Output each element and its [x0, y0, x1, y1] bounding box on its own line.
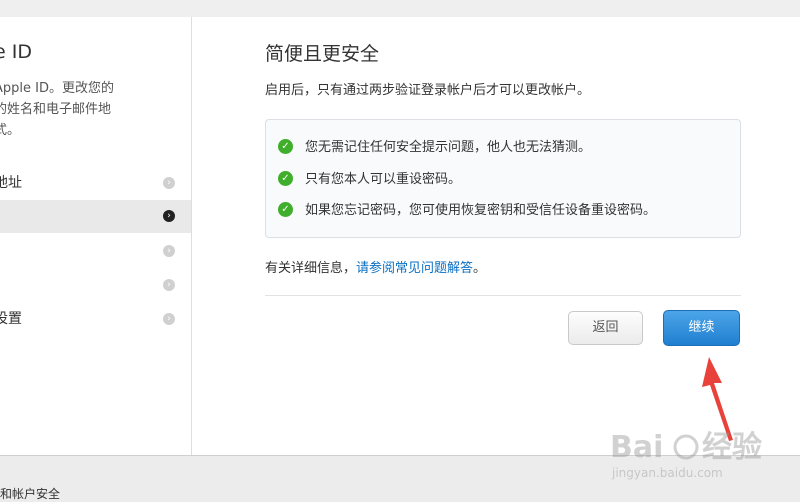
more-info: 有关详细信息，请参阅常见问题解答。 — [265, 257, 486, 276]
benefit-text: 如果您忘记密码，您可使用恢复密钥和受信任设备重设密码。 — [305, 203, 657, 218]
more-info-prefix: 有关详细信息， — [265, 261, 357, 276]
benefits-box: ✓ 您无需记住任何安全提示问题，他人也无法猜测。 ✓ 只有您本人可以重设密码。 ✓ 如… — [265, 119, 741, 238]
chevron-right-icon: › — [163, 245, 175, 257]
page-description: 启用后，只有通过两步验证登录帐户后才可以更改帐户。 — [265, 83, 591, 98]
baidu-watermark: Bai 经验 jingyan.baidu.com — [610, 425, 790, 489]
sidebar-item-security[interactable]: › — [0, 200, 191, 233]
main-panel: 简便且更安全 启用后，只有通过两步验证登录帐户后才可以更改帐户。 ✓ 您无需记住任… — [265, 17, 741, 455]
continue-button[interactable]: 继续 — [663, 310, 740, 346]
check-icon: ✓ — [278, 202, 293, 217]
svg-text:经验: 经验 — [702, 430, 762, 465]
sidebar: e ID Apple ID。更改您的 的姓名和电子邮件地 式。 地址 › › ›… — [0, 17, 192, 455]
sidebar-item-label: 设置 — [0, 311, 22, 327]
sidebar-item-label: 地址 — [0, 175, 22, 191]
chevron-right-icon: › — [163, 313, 175, 325]
chevron-right-icon: › — [163, 279, 175, 291]
sidebar-item-address[interactable]: 地址 › — [0, 167, 191, 200]
sidebar-description: Apple ID。更改您的 的姓名和电子邮件地 式。 — [0, 81, 114, 138]
sidebar-item-settings[interactable]: 设置 › — [0, 303, 191, 336]
check-icon: ✓ — [278, 171, 293, 186]
benefit-text: 只有您本人可以重设密码。 — [305, 172, 462, 187]
back-button[interactable]: 返回 — [568, 311, 643, 345]
divider — [265, 295, 741, 296]
benefit-text: 您无需记住任何安全提示问题，他人也无法猜测。 — [305, 140, 592, 155]
sidebar-title: e ID — [0, 41, 32, 63]
svg-text:jingyan.baidu.com: jingyan.baidu.com — [611, 466, 723, 480]
chevron-right-icon: › — [163, 177, 175, 189]
benefit-item: ✓ 如果您忘记密码，您可使用恢复密钥和受信任设备重设密码。 — [278, 202, 656, 220]
chevron-right-icon: › — [163, 210, 175, 222]
benefit-item: ✓ 您无需记住任何安全提示问题，他人也无法猜测。 — [278, 139, 591, 157]
top-bar — [0, 0, 800, 17]
faq-link[interactable]: 请参阅常见问题解答 — [356, 261, 473, 276]
footer-section-label: 和帐户安全 — [0, 487, 61, 501]
benefit-item: ✓ 只有您本人可以重设密码。 — [278, 171, 461, 189]
svg-text:Bai: Bai — [610, 430, 663, 465]
page-title: 简便且更安全 — [265, 43, 380, 65]
more-info-suffix: 。 — [473, 261, 487, 276]
content-card: e ID Apple ID。更改您的 的姓名和电子邮件地 式。 地址 › › ›… — [0, 17, 800, 456]
check-icon: ✓ — [278, 139, 293, 154]
sidebar-item-3[interactable]: › — [0, 235, 191, 268]
sidebar-item-4[interactable]: › — [0, 269, 191, 302]
